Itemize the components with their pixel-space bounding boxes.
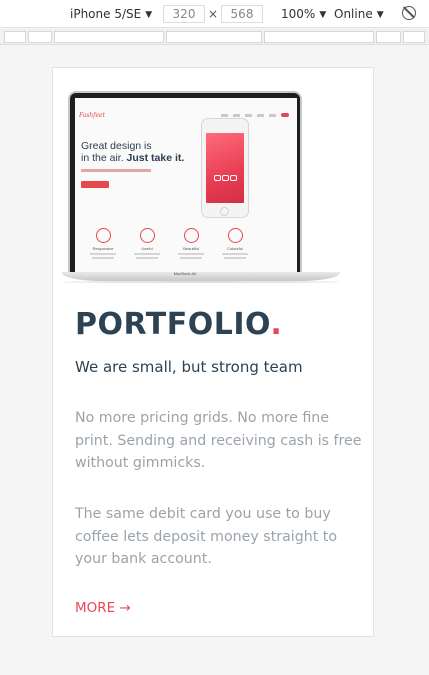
dimension-separator: × bbox=[208, 7, 219, 21]
laptop-lid: Fashfeet Great design is in the air. Jus… bbox=[68, 91, 302, 272]
more-link[interactable]: MORE → bbox=[75, 600, 131, 616]
chevron-down-icon: ▼ bbox=[376, 10, 384, 20]
feature-icon bbox=[95, 228, 111, 243]
network-throttle-label: Online bbox=[334, 7, 373, 21]
mockup-feature: Useful bbox=[127, 228, 167, 259]
phone-screen bbox=[206, 133, 244, 203]
device-select[interactable]: iPhone 5/SE ▼ bbox=[70, 7, 152, 21]
portfolio-title-dot: . bbox=[270, 307, 283, 342]
device-toolbar: iPhone 5/SE ▼ 320 × 568 100% ▼ Online ▼ bbox=[0, 0, 429, 28]
feature-label: Colourful bbox=[226, 246, 243, 251]
mockup-headline-line2b: Just take it. bbox=[126, 152, 185, 164]
feature-label: Beautiful bbox=[183, 246, 199, 251]
feature-label: Useful bbox=[141, 246, 153, 251]
media-query-segment[interactable] bbox=[264, 31, 374, 43]
portfolio-paragraph-2: The same debit card you use to buy coffe… bbox=[75, 506, 338, 567]
rotate-icon[interactable] bbox=[402, 6, 416, 20]
mockup-cta bbox=[81, 181, 109, 188]
mockup-subtext bbox=[81, 169, 151, 172]
device-select-label: iPhone 5/SE bbox=[70, 7, 142, 21]
phone-icon bbox=[214, 175, 221, 181]
media-query-segment[interactable] bbox=[28, 31, 52, 43]
mockup-headline-line2: in the air. Just take it. bbox=[81, 152, 184, 164]
laptop-label: MacBook Air bbox=[173, 271, 197, 276]
feature-icon bbox=[183, 228, 199, 243]
mockup-headline-line2a: in the air. bbox=[81, 152, 124, 164]
media-query-segment[interactable] bbox=[403, 31, 425, 43]
mockup-nav bbox=[221, 114, 277, 117]
phone-icon bbox=[230, 175, 237, 181]
phone-mockup bbox=[201, 118, 249, 218]
media-query-segment[interactable] bbox=[166, 31, 262, 43]
portfolio-paragraph-1: No more pricing grids. No more fine prin… bbox=[75, 410, 362, 471]
phone-home-button bbox=[220, 207, 229, 216]
zoom-select[interactable]: 100% ▼ bbox=[281, 7, 326, 21]
media-query-segment[interactable] bbox=[376, 31, 401, 43]
mockup-feature: Beautiful bbox=[171, 228, 211, 259]
feature-icon bbox=[227, 228, 243, 243]
zoom-select-label: 100% bbox=[281, 7, 316, 21]
portfolio-title-text: PORTFOLIO bbox=[75, 307, 271, 342]
mockup-headline-line1: Great design is bbox=[81, 140, 152, 152]
media-query-bar bbox=[0, 29, 429, 45]
laptop-shadow bbox=[62, 281, 340, 283]
media-query-segment[interactable] bbox=[4, 31, 26, 43]
phone-icon bbox=[222, 175, 229, 181]
viewport-height-input[interactable]: 568 bbox=[221, 5, 263, 23]
viewport-width-input[interactable]: 320 bbox=[163, 5, 205, 23]
chevron-down-icon: ▼ bbox=[145, 10, 153, 20]
mockup-feature: Colourful bbox=[215, 228, 255, 259]
feature-label: Responsive bbox=[92, 246, 114, 251]
media-query-segment[interactable] bbox=[54, 31, 164, 43]
mockup-feature: Responsive bbox=[83, 228, 123, 259]
portfolio-title: PORTFOLIO. bbox=[75, 307, 282, 342]
portfolio-card: Fashfeet Great design is in the air. Jus… bbox=[52, 67, 374, 637]
chevron-down-icon: ▼ bbox=[319, 10, 327, 20]
feature-icon bbox=[139, 228, 155, 243]
laptop-screen: Fashfeet Great design is in the air. Jus… bbox=[75, 98, 297, 272]
mockup-logo: Fashfeet bbox=[79, 112, 106, 119]
mockup-nav-button bbox=[281, 113, 289, 117]
portfolio-subtitle: We are small, but strong team bbox=[75, 358, 303, 376]
network-throttle-select[interactable]: Online ▼ bbox=[334, 7, 384, 21]
laptop-mockup-image: Fashfeet Great design is in the air. Jus… bbox=[62, 91, 340, 296]
mockup-headline: Great design is in the air. Just take it… bbox=[81, 140, 184, 164]
